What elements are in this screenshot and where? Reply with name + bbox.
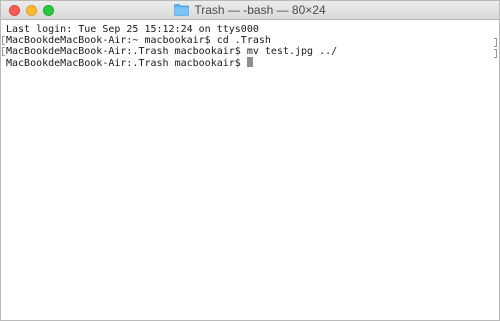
- terminal-line: MacBookdeMacBook-Air:.Trash macbookair$ …: [2, 46, 493, 57]
- terminal-window: Trash — -bash — 80×24 Last login: Tue Se…: [0, 0, 500, 321]
- terminal-line-text: MacBookdeMacBook-Air:~ macbookair$ cd .T…: [6, 35, 271, 46]
- cursor: [246, 57, 253, 67]
- mark-indicator-icon: [2, 47, 5, 56]
- terminal-content[interactable]: Last login: Tue Sep 25 15:12:24 on ttys0…: [1, 20, 499, 320]
- window-title: Trash — -bash — 80×24: [1, 3, 499, 17]
- mark-indicator-icon: [2, 36, 5, 45]
- terminal-line-text: MacBookdeMacBook-Air:.Trash macbookair$: [6, 58, 247, 69]
- terminal-line: MacBookdeMacBook-Air:~ macbookair$ cd .T…: [2, 35, 493, 46]
- folder-icon: [174, 4, 190, 16]
- terminal-line-text: Last login: Tue Sep 25 15:12:24 on ttys0…: [6, 24, 259, 35]
- terminal-line-text: MacBookdeMacBook-Air:.Trash macbookair$ …: [6, 46, 338, 57]
- terminal-line: MacBookdeMacBook-Air:.Trash macbookair$: [6, 57, 493, 69]
- title-bar[interactable]: Trash — -bash — 80×24: [1, 1, 499, 20]
- terminal-line: Last login: Tue Sep 25 15:12:24 on ttys0…: [6, 24, 493, 35]
- mark-indicator-icon: [494, 38, 497, 47]
- window-title-text: Trash — -bash — 80×24: [194, 3, 326, 17]
- mark-indicator-icon: [494, 49, 497, 58]
